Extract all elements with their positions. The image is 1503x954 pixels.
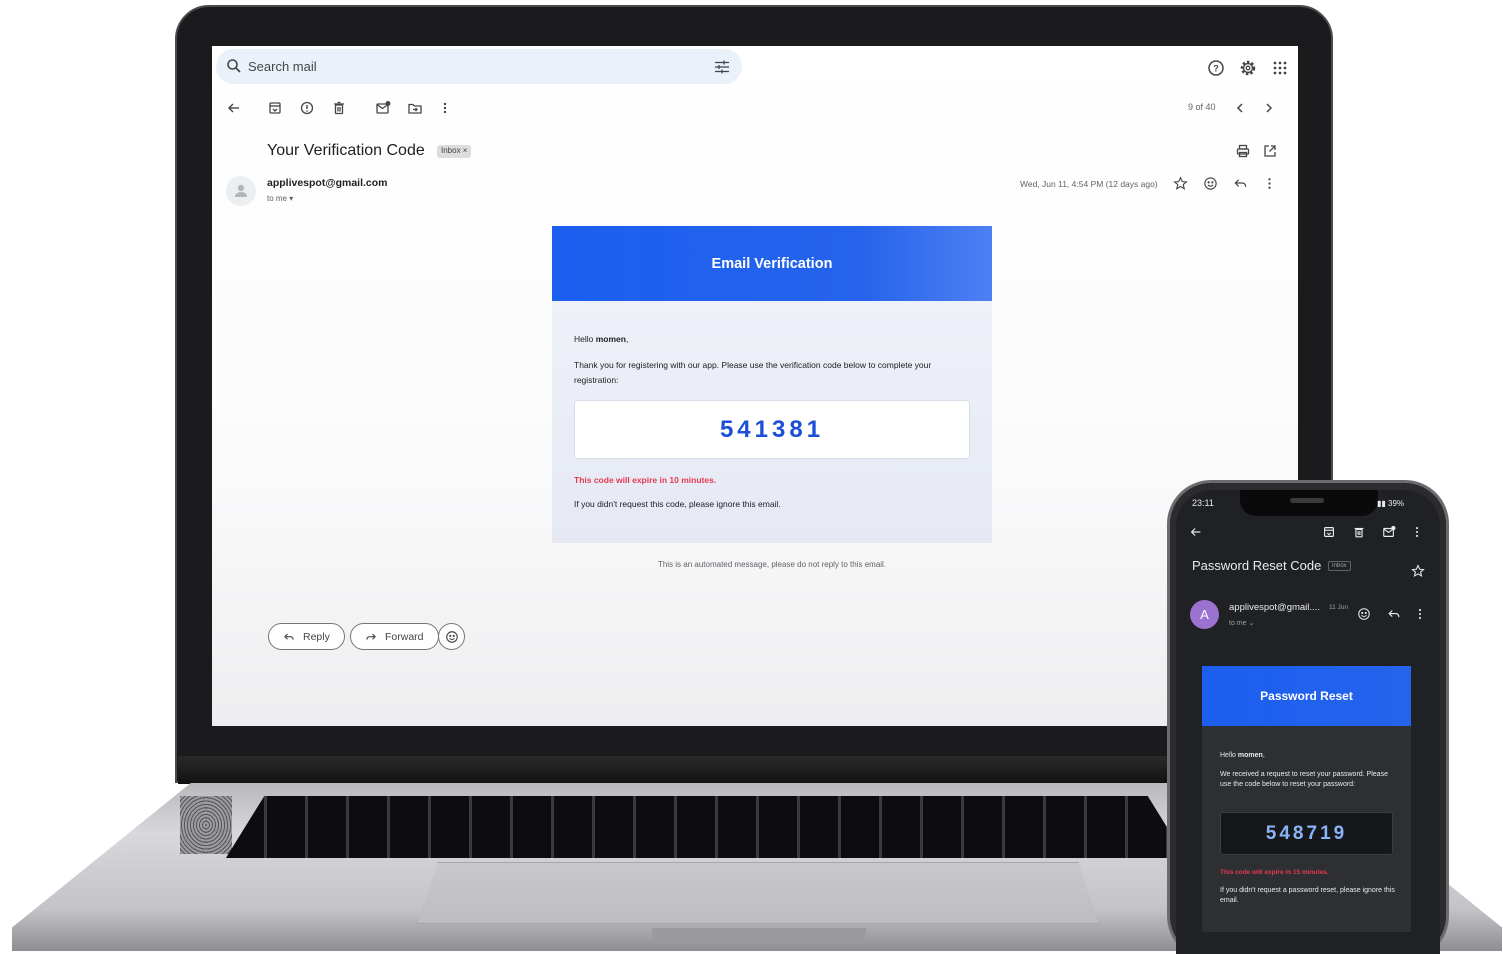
back-arrow-icon[interactable] [226, 100, 242, 116]
more-vert-icon[interactable] [1262, 176, 1277, 191]
forward-icon [365, 631, 377, 643]
chevron-left-icon[interactable] [1232, 100, 1248, 116]
emoji-react-button[interactable] [438, 623, 465, 650]
archive-icon[interactable] [267, 100, 283, 116]
greeting-name: momen [1237, 752, 1263, 759]
mark-unread-icon[interactable] [1382, 525, 1396, 539]
forward-label: Forward [385, 630, 424, 643]
phone-notch [1240, 490, 1378, 516]
reply-icon [283, 631, 295, 643]
report-spam-icon[interactable] [299, 100, 315, 116]
phone-sender-email: applivespot@gmail.... [1229, 602, 1320, 613]
phone-email-body-text: We received a request to reset your pass… [1220, 771, 1388, 788]
recipient-label: to me [1229, 620, 1247, 627]
expiry-notice: This code will expire in 10 minutes. [574, 475, 717, 485]
reply-label: Reply [303, 630, 330, 643]
chevron-down-icon[interactable]: ⌄ [1248, 620, 1254, 627]
sender-avatar [226, 176, 256, 206]
phone-expiry-notice: This code will expire in 15 minutes. [1220, 869, 1329, 876]
emoji-icon[interactable] [1203, 176, 1218, 191]
phone-status-time: 23:11 [1192, 498, 1214, 508]
laptop-trackpad [417, 862, 1099, 924]
greeting-name: momen [595, 334, 626, 344]
laptop-hinge [178, 756, 1328, 784]
message-date: Wed, Jun 11, 4:54 PM (12 days ago) [1020, 179, 1158, 189]
phone-ignore-notice: If you didn't request a password reset, … [1220, 887, 1395, 904]
recipient-dropdown[interactable]: to me ▾ [267, 194, 293, 203]
automated-footer: This is an automated message, please do … [657, 560, 887, 569]
avatar-letter: A [1200, 607, 1209, 622]
phone-inbox-chip[interactable]: Inbox [1328, 561, 1351, 571]
more-vert-icon[interactable] [437, 100, 453, 116]
tune-icon[interactable] [714, 59, 730, 75]
phone-status-battery: ▮▮ 39% [1377, 499, 1404, 508]
greeting-suffix: , [1262, 752, 1265, 759]
help-icon[interactable]: ? [1207, 59, 1225, 77]
more-vert-icon[interactable] [1410, 525, 1424, 539]
email-card-header: Email Verification [552, 226, 992, 301]
reply-icon[interactable] [1233, 176, 1248, 191]
star-icon[interactable] [1411, 564, 1425, 578]
emoji-icon [445, 630, 459, 644]
signal-icon: ▮▮ [1377, 499, 1389, 508]
delete-icon[interactable] [1352, 525, 1366, 539]
back-arrow-icon[interactable] [1189, 525, 1203, 539]
phone-message-date: 11 Jun [1329, 604, 1349, 611]
speaker-grille-left [180, 796, 232, 854]
inbox-label-chip[interactable]: Inbox × [437, 145, 472, 158]
verification-code-box: 541381 [574, 400, 970, 459]
pagination-count: 9 of 40 [1188, 102, 1216, 112]
greeting-prefix: Hello [574, 334, 596, 344]
email-greeting: Hello momen, [574, 334, 628, 344]
search-icon[interactable] [226, 58, 242, 74]
ignore-notice: If you didn't request this code, please … [574, 499, 781, 509]
emoji-icon[interactable] [1357, 607, 1371, 621]
phone-email-greeting: Hello momen, [1220, 752, 1265, 759]
archive-icon[interactable] [1322, 525, 1336, 539]
phone-reset-code-box: 548719 [1220, 812, 1393, 855]
email-card-title: Email Verification [711, 255, 833, 272]
phone-message-subject: Password Reset Code [1192, 558, 1322, 573]
phone-email-card-header: Password Reset [1202, 666, 1411, 726]
mark-unread-icon[interactable] [375, 100, 391, 116]
svg-text:?: ? [1213, 64, 1219, 74]
reply-button[interactable]: Reply [268, 623, 345, 650]
search-bar[interactable]: Search mail [216, 49, 742, 84]
star-icon[interactable] [1173, 176, 1188, 191]
delete-icon[interactable] [331, 100, 347, 116]
settings-icon[interactable] [1239, 59, 1257, 77]
forward-button[interactable]: Forward [350, 623, 439, 650]
reset-code: 548719 [1265, 822, 1348, 844]
email-body-text: Thank you for registering with our app. … [574, 360, 932, 385]
phone-sender-avatar: A [1190, 600, 1219, 629]
more-vert-icon[interactable] [1413, 607, 1427, 621]
greeting-prefix: Hello [1220, 752, 1238, 759]
message-subject: Your Verification Code [267, 142, 425, 159]
recipient-label: to me [267, 194, 288, 203]
search-input[interactable]: Search mail [248, 59, 317, 74]
greeting-suffix: , [625, 334, 629, 344]
chevron-down-icon[interactable]: ▾ [289, 194, 293, 203]
sender-email: applivespot@gmail.com [267, 177, 388, 189]
phone-recipient-dropdown[interactable]: to me ⌄ [1229, 619, 1254, 627]
verification-code: 541381 [719, 415, 825, 443]
product-mockup: Search mail ? 9 of 40 Your Verification … [0, 0, 1503, 954]
chevron-right-icon[interactable] [1261, 100, 1277, 116]
battery-level: 39% [1388, 499, 1405, 508]
open-new-window-icon[interactable] [1262, 143, 1278, 159]
print-icon[interactable] [1235, 143, 1251, 159]
laptop-keyboard [226, 796, 1186, 858]
reply-icon[interactable] [1387, 607, 1401, 621]
phone-speaker [1290, 498, 1324, 503]
apps-icon[interactable] [1271, 59, 1289, 77]
laptop-front-notch [652, 928, 866, 942]
phone-email-card-title: Password Reset [1260, 689, 1353, 703]
move-to-icon[interactable] [407, 100, 423, 116]
